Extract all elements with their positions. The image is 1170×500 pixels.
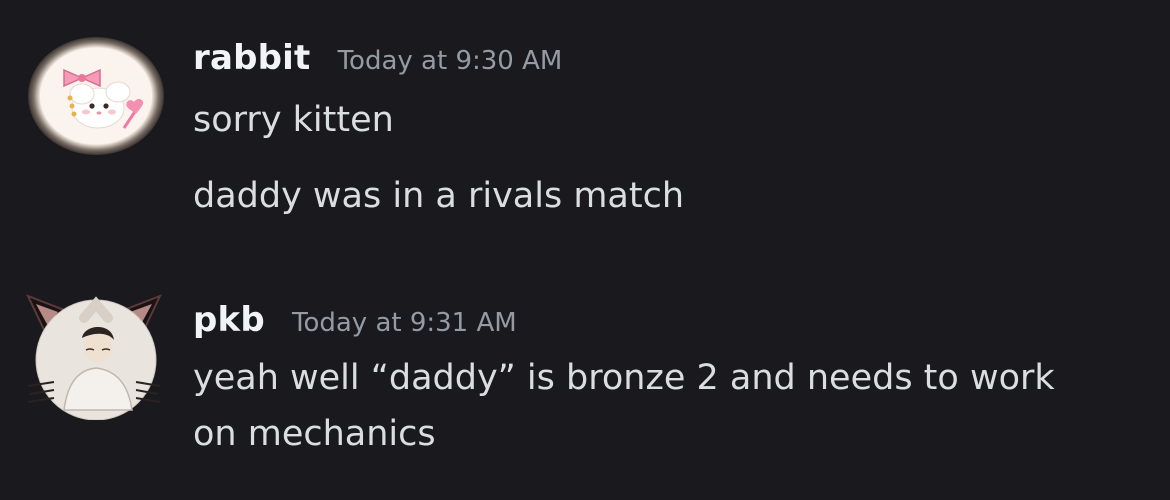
bunny-avatar-icon <box>28 37 164 155</box>
message-group-rabbit: rabbit Today at 9:30 AM sorry kitten dad… <box>0 0 1170 250</box>
username[interactable]: rabbit <box>193 38 311 78</box>
message-group-pkb: pkb Today at 9:31 AM yeah well “daddy” i… <box>0 250 1170 500</box>
message-header: pkb Today at 9:31 AM <box>193 300 517 340</box>
cat-ears-avatar-icon <box>26 294 162 421</box>
message-text: sorry kitten <box>193 100 394 140</box>
message-text: on mechanics <box>193 414 436 454</box>
message-text: daddy was in a rivals match <box>193 176 685 216</box>
username[interactable]: pkb <box>193 300 265 340</box>
message-text: yeah well “daddy” is bronze 2 and needs … <box>193 358 1055 398</box>
avatar[interactable] <box>24 290 164 421</box>
avatar[interactable] <box>26 36 166 156</box>
timestamp: Today at 9:31 AM <box>291 308 517 338</box>
timestamp: Today at 9:30 AM <box>337 46 563 76</box>
message-header: rabbit Today at 9:30 AM <box>193 38 562 78</box>
